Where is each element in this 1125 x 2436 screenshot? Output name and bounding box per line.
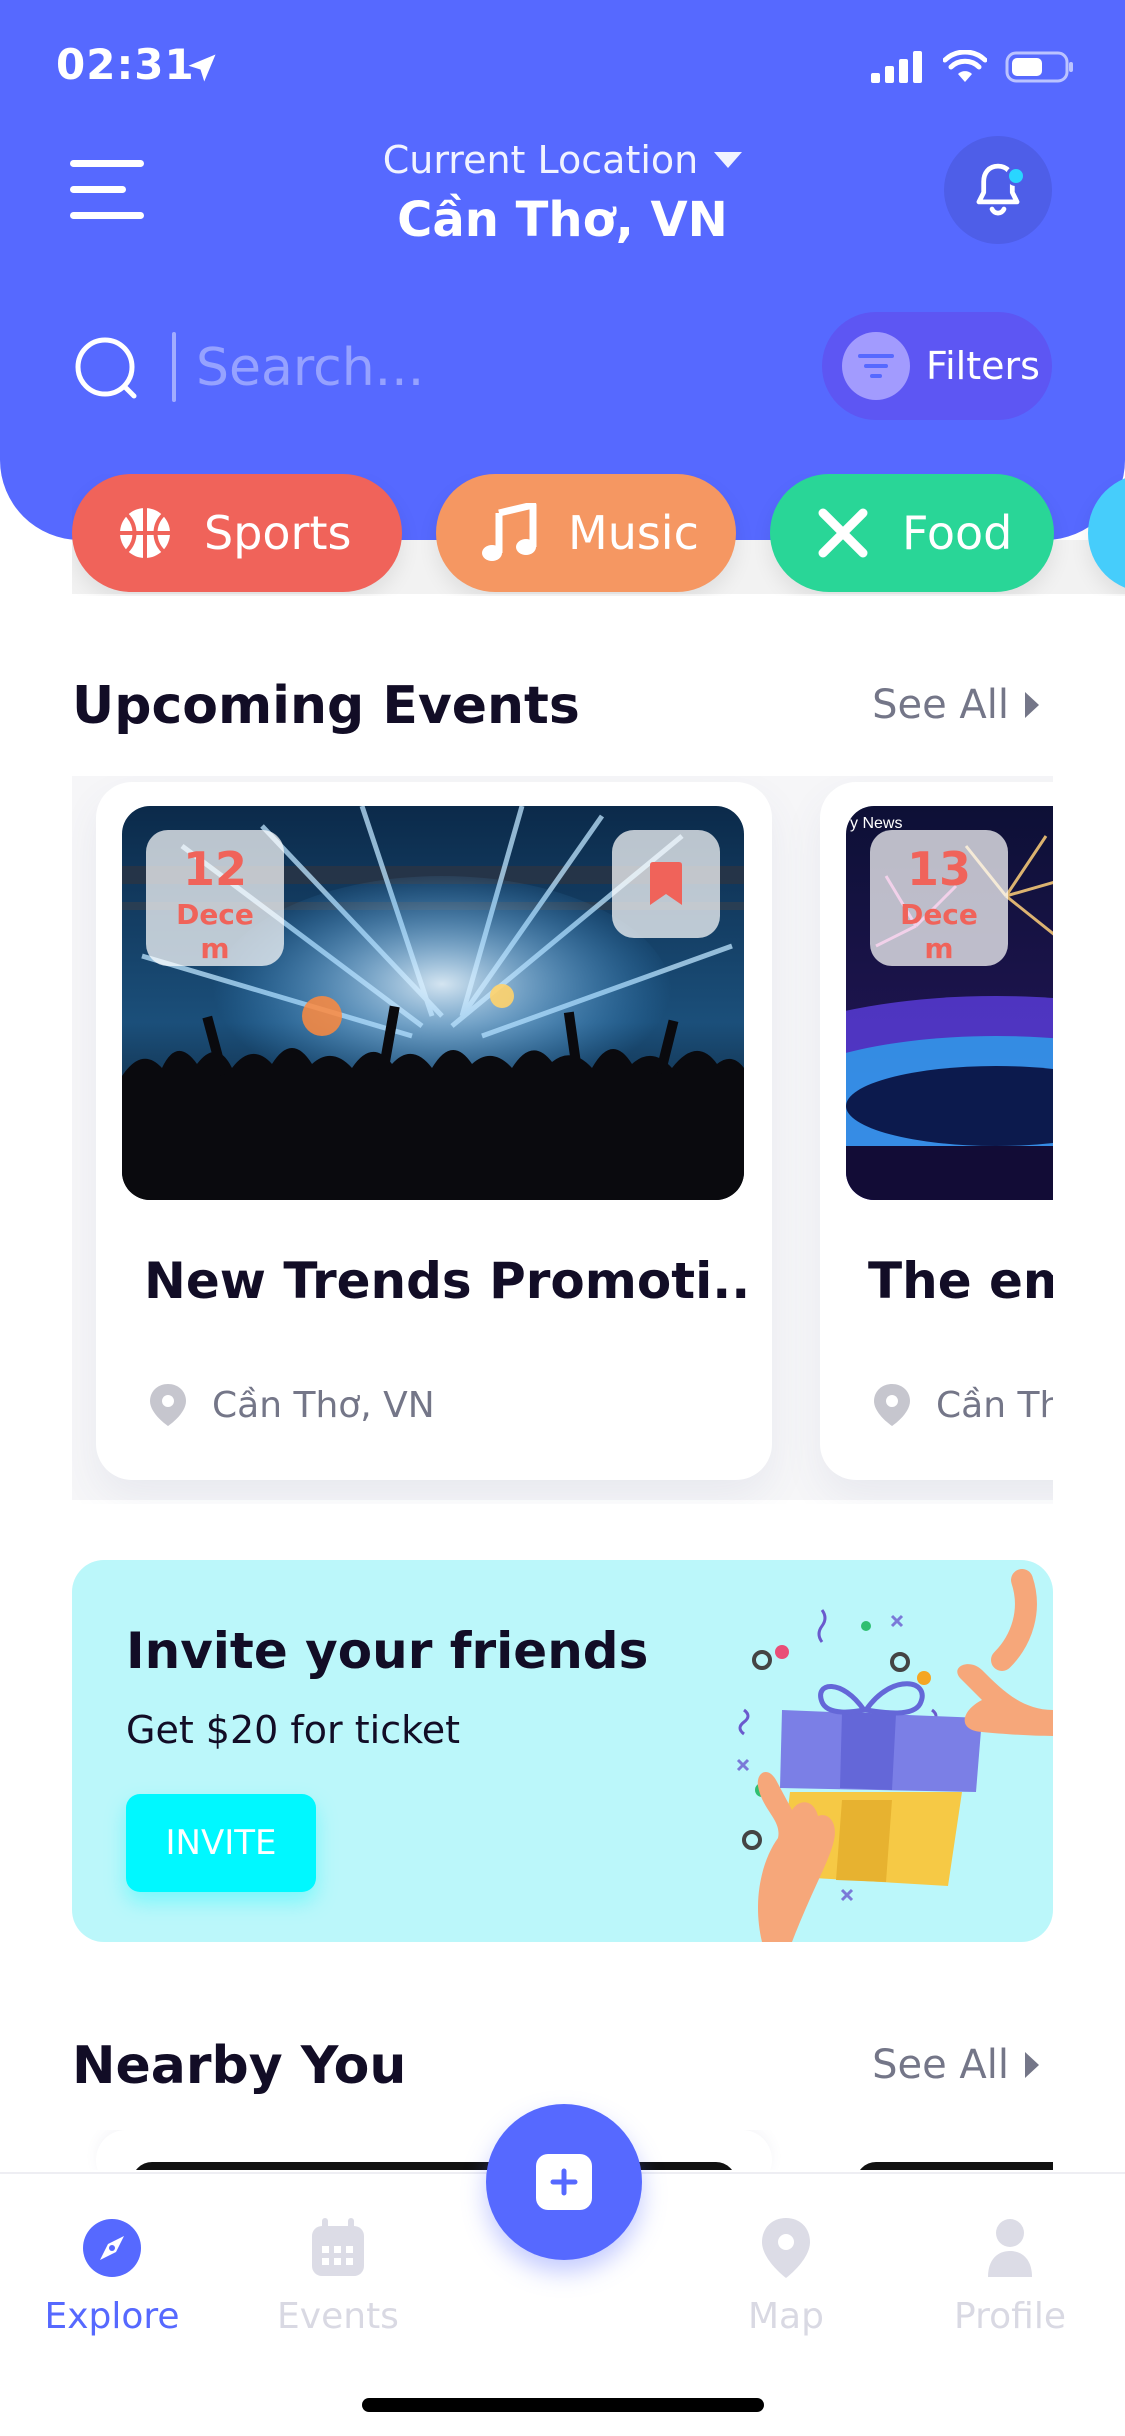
nav-explore[interactable]: Explore [12,2214,212,2337]
battery-icon [1005,51,1073,83]
event-title: New Trends Promoti... [144,1252,754,1310]
invite-banner: Invite your friends Get $20 for ticket I… [72,1560,1053,1942]
event-card[interactable]: y News 13 Decem The em Cần Th [820,782,1053,1480]
basketball-icon [116,504,174,562]
caret-down-icon [714,152,743,168]
event-card[interactable]: 12 Decem New Trends Promoti... Cần Thơ, … [96,782,772,1480]
location-pin-icon [874,1384,910,1426]
nav-label: Explore [44,2296,180,2337]
category-chip-sports[interactable]: Sports [72,474,402,592]
music-note-icon [480,503,538,562]
gift-illustration [736,1569,1053,1942]
event-location-text: Cần Th [936,1384,1053,1426]
calendar-icon [238,2214,438,2282]
category-chips: Sports Music Food [72,474,1125,596]
add-event-button[interactable] [486,2104,642,2260]
date-day: 13 [906,842,971,896]
event-image: y News 13 Decem [846,806,1053,1200]
home-indicator [362,2398,764,2412]
upcoming-events-carousel[interactable]: 12 Decem New Trends Promoti... Cần Thơ, … [72,776,1053,1504]
date-badge: 12 Decem [146,830,284,966]
status-icons [871,50,1075,84]
category-chip-more[interactable] [1088,474,1125,592]
nav-label: Map [748,2296,824,2337]
food-icon [814,504,872,562]
filters-button[interactable]: Filters [822,312,1052,420]
nearby-you-title: Nearby You [72,2036,407,2096]
upcoming-see-all[interactable]: See All [872,682,1039,728]
category-label: Food [902,506,1013,560]
bookmark-button[interactable] [612,830,720,938]
location-pin-icon [150,1384,186,1426]
event-image: 12 Decem [122,806,744,1200]
nav-label: Events [277,2296,399,2337]
nav-label: Profile [954,2296,1066,2337]
compass-icon [12,2214,212,2282]
search-divider [172,332,176,402]
location-arrow-icon [188,54,216,82]
date-badge: 13 Decem [870,830,1008,966]
date-month: Decem [176,898,254,965]
see-all-label: See All [872,682,1009,728]
caret-right-icon [1025,692,1039,718]
nav-events[interactable]: Events [238,2214,438,2337]
cellular-signal-icon [871,51,922,83]
wifi-icon [943,50,987,82]
nearby-see-all[interactable]: See All [872,2042,1039,2088]
plus-icon [536,2154,592,2210]
filters-label: Filters [926,344,1040,388]
category-label: Music [568,506,699,560]
event-title: The em [868,1252,1053,1310]
filter-icon [842,332,910,400]
event-location: Cần Thơ, VN [148,1382,435,1428]
invite-subtitle: Get $20 for ticket [126,1708,461,1752]
search-icon [75,337,137,399]
upcoming-events-title: Upcoming Events [72,676,580,736]
bookmark-icon [650,862,682,905]
event-location-text: Cần Thơ, VN [212,1384,435,1426]
status-time: 02:31 [56,40,195,89]
category-chip-music[interactable]: Music [436,474,736,592]
user-icon [910,2214,1110,2282]
invite-button[interactable]: INVITE [126,1794,316,1892]
status-bar: 02:31 [0,0,1125,130]
event-location: Cần Th [872,1382,1053,1428]
nav-profile[interactable]: Profile [910,2214,1110,2337]
location-label: Current Location [382,138,699,182]
see-all-label: See All [872,2042,1009,2088]
notification-dot [1006,166,1026,186]
nav-map[interactable]: Map [686,2214,886,2337]
category-chip-food[interactable]: Food [770,474,1054,592]
category-label: Sports [204,506,352,560]
notification-button[interactable] [944,136,1052,244]
caret-right-icon [1025,2052,1039,2078]
date-month: Decem [900,898,978,965]
search-input[interactable] [196,330,776,406]
date-day: 12 [182,842,247,896]
map-pin-icon [686,2214,886,2282]
